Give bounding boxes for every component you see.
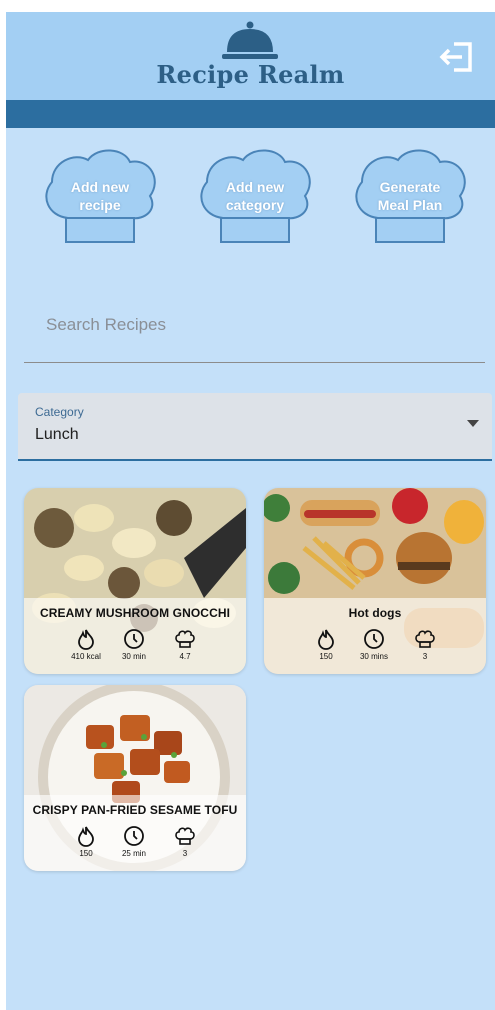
search-input[interactable] (44, 306, 468, 344)
header-divider (6, 100, 495, 128)
recipe-title: CRISPY PAN-FRIED SESAME TOFU (32, 803, 238, 817)
generate-meal-plan-label: Generate Meal Plan (377, 179, 443, 213)
add-category-button[interactable]: Add new category (193, 140, 317, 248)
time-stat: 30 mins (346, 628, 402, 668)
rating-stat: 3 (397, 628, 453, 668)
category-select-value: Lunch (35, 426, 79, 443)
generate-meal-plan-button[interactable]: Generate Meal Plan (348, 140, 472, 248)
clock-icon (364, 629, 384, 649)
recipe-title: CREAMY MUSHROOM GNOCCHI (39, 606, 231, 620)
header: Recipe Realm (6, 12, 495, 100)
recipe-card[interactable]: Hot dogs 150 30 mins 3 (264, 488, 486, 674)
time-stat: 25 min (106, 825, 162, 865)
add-category-label: Add new category (225, 179, 285, 213)
rating-stat: 3 (157, 825, 213, 865)
flame-icon (78, 629, 94, 650)
cloche-icon (222, 21, 278, 59)
add-recipe-label: Add new recipe (70, 179, 130, 213)
rating-stat: 4.7 (157, 628, 213, 668)
search-field (24, 298, 485, 363)
clock-icon (124, 629, 144, 649)
app-title: Recipe Realm (156, 60, 345, 89)
recipe-title: Hot dogs (348, 606, 402, 620)
recipe-card[interactable]: CRISPY PAN-FRIED SESAME TOFU 150 25 min … (24, 685, 246, 871)
category-select-label: Category (35, 405, 84, 419)
chef-hat-icon (415, 630, 435, 648)
add-recipe-button[interactable]: Add new recipe (38, 140, 162, 248)
logout-icon[interactable] (438, 38, 476, 76)
clock-icon (124, 826, 144, 846)
flame-icon (78, 826, 94, 847)
recipe-card[interactable]: CREAMY MUSHROOM GNOCCHI 410 kcal 30 min … (24, 488, 246, 674)
app-screen: Recipe Realm Add new recipe Add new catego… (6, 12, 495, 1010)
chef-hat-icon (175, 630, 195, 648)
category-select[interactable]: Category Lunch (18, 393, 492, 461)
time-stat: 30 min (106, 628, 162, 668)
flame-icon (318, 629, 334, 650)
dropdown-arrow-icon (467, 420, 479, 427)
chef-hat-icon (175, 827, 195, 845)
